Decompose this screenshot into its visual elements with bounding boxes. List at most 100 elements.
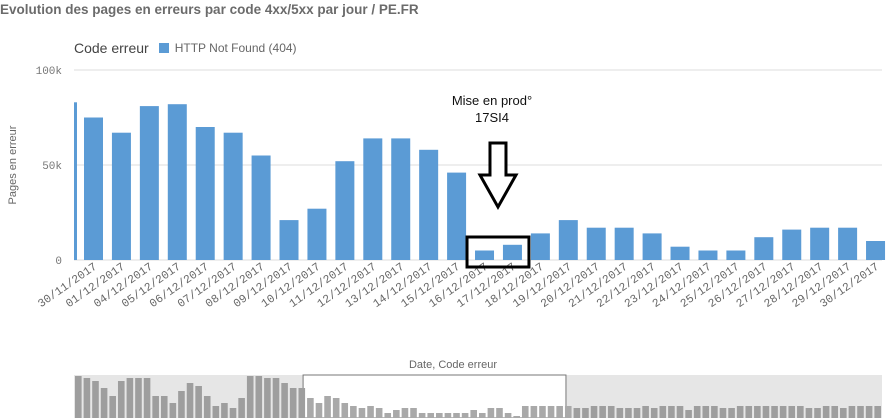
overview-bar — [650, 408, 658, 418]
overview-bar — [246, 376, 254, 418]
overview-bar — [229, 408, 237, 418]
overview-bar — [521, 406, 529, 418]
overview-bar — [75, 376, 82, 418]
bar[interactable] — [782, 229, 802, 260]
bar[interactable] — [475, 250, 495, 261]
overview-bar — [281, 383, 288, 418]
bar[interactable] — [307, 208, 327, 260]
partial-bar-left[interactable] — [74, 102, 77, 260]
y-tick-label: 50k — [42, 161, 62, 173]
overview-bar — [221, 403, 228, 418]
bar[interactable] — [838, 227, 858, 260]
overview-bar — [178, 391, 185, 418]
overview-bar — [367, 406, 374, 418]
overview-bar — [530, 406, 538, 418]
overview-bar — [126, 378, 134, 418]
overview-bar — [822, 406, 830, 418]
overview-bar — [479, 413, 486, 418]
overview-bar — [693, 406, 701, 418]
overview-bar — [238, 398, 245, 418]
bar[interactable] — [754, 237, 774, 260]
overview-bar — [633, 408, 641, 418]
bar[interactable] — [614, 227, 634, 260]
overview-bar — [599, 406, 606, 418]
bar[interactable] — [111, 132, 131, 260]
overview-bar — [865, 406, 873, 418]
overview-bar — [418, 413, 426, 418]
bar[interactable] — [335, 161, 355, 260]
overview-bar — [547, 406, 555, 418]
overview-bar — [169, 403, 177, 418]
overview-bar — [642, 406, 649, 418]
y-axis-label: Pages en erreur — [7, 125, 19, 204]
overview-bar — [487, 408, 495, 418]
bar[interactable] — [866, 241, 886, 260]
bar[interactable] — [167, 104, 187, 260]
overview-bar — [298, 388, 306, 418]
overview-bar — [307, 398, 314, 418]
overview-bar — [797, 406, 804, 418]
overview-bar — [702, 406, 710, 418]
bar[interactable] — [139, 106, 159, 260]
overview-bar — [736, 406, 744, 418]
bar[interactable] — [251, 155, 271, 261]
bar[interactable] — [195, 127, 215, 260]
overview-bar — [840, 408, 847, 418]
overview-bar — [504, 413, 512, 418]
overview-bar — [160, 396, 168, 418]
overview-bar — [384, 413, 392, 418]
bar[interactable] — [419, 149, 439, 260]
annotation-line-2: 17SI4 — [475, 110, 509, 125]
overview-bar — [401, 408, 409, 418]
overview-bar — [375, 408, 383, 418]
overview-bar — [324, 396, 331, 418]
overview-bar — [410, 408, 417, 418]
overview-bar — [117, 381, 125, 418]
bar[interactable] — [391, 138, 411, 260]
y-tick-label: 100k — [36, 66, 63, 78]
overview-bar — [315, 403, 323, 418]
overview-bar — [590, 406, 598, 418]
overview-bar — [453, 413, 460, 418]
bar[interactable] — [810, 227, 830, 260]
overview-bar — [143, 378, 151, 418]
overview-bar — [83, 378, 91, 418]
overview-bar — [92, 381, 99, 418]
overview-bar — [711, 406, 718, 418]
bar[interactable] — [447, 172, 467, 260]
bar[interactable] — [530, 233, 550, 260]
overview-bar — [135, 378, 142, 418]
bar[interactable] — [698, 250, 718, 261]
bar[interactable] — [279, 220, 299, 260]
bar[interactable] — [223, 132, 243, 260]
bar[interactable] — [502, 244, 522, 260]
bar[interactable] — [586, 227, 606, 260]
overview-bar — [195, 386, 202, 418]
bar[interactable] — [363, 138, 383, 260]
overview-bar — [358, 408, 366, 418]
overview-bar — [264, 378, 271, 418]
overview-bar — [728, 408, 735, 418]
x-axis-label: Date, Code erreur — [408, 359, 498, 371]
bar[interactable] — [726, 250, 746, 261]
bar[interactable] — [558, 220, 578, 260]
bar[interactable] — [642, 233, 662, 260]
bar[interactable] — [84, 117, 103, 261]
overview-bar — [779, 406, 787, 418]
overview-bar — [607, 406, 615, 418]
overview-bar — [470, 410, 477, 418]
overview-bar — [289, 388, 297, 418]
overview-bar — [771, 406, 778, 418]
overview-bar — [719, 408, 727, 418]
overview-bar — [676, 406, 684, 418]
overview-bar — [754, 406, 761, 418]
bar[interactable] — [670, 246, 690, 260]
overview-bar — [745, 406, 753, 418]
overview-bar — [255, 376, 263, 418]
overview-bar — [436, 413, 443, 418]
overview-bar — [616, 408, 624, 418]
overview-bar — [573, 408, 581, 418]
overview-bar — [582, 408, 589, 418]
bar-chart[interactable]: 050k100kPages en erreur30/11/201701/12/2… — [0, 0, 886, 418]
overview-bar — [152, 396, 159, 418]
